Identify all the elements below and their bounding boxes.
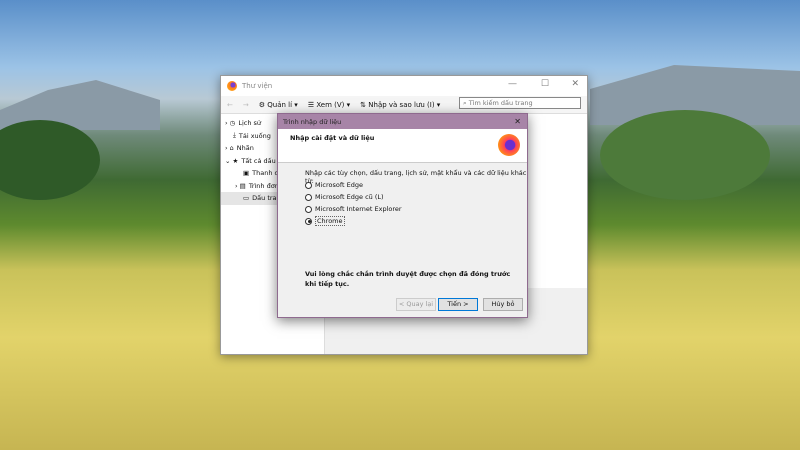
library-titlebar: Thư viện — ☐ ✕ [221, 76, 587, 96]
radio-icon [305, 205, 312, 213]
search-placeholder: Tìm kiếm dấu trang [468, 99, 533, 107]
radio-chrome[interactable]: Chrome [305, 216, 345, 226]
radio-microsoft-edge-legacy[interactable]: Microsoft Edge cũ (L) [305, 193, 384, 201]
sidebar-label: Nhãn [236, 144, 254, 153]
search-input[interactable]: ⌕ Tìm kiếm dấu trang [459, 97, 581, 109]
tree [600, 110, 770, 200]
radio-internet-explorer[interactable]: Microsoft Internet Explorer [305, 205, 402, 213]
view-button[interactable]: ☰ Xem (V) ▾ [308, 101, 350, 109]
next-button[interactable]: Tiến > [438, 298, 478, 311]
back-arrow-icon[interactable]: ← [227, 101, 233, 109]
import-backup-label: Nhập và sao lưu (I) [368, 100, 435, 109]
cancel-button[interactable]: Hủy bỏ [483, 298, 523, 311]
radio-icon [305, 193, 312, 201]
radio-label: Chrome [315, 216, 345, 226]
organize-label: Quản lí [267, 100, 293, 109]
radio-label: Microsoft Internet Explorer [315, 205, 402, 213]
import-backup-button[interactable]: ⇅ Nhập và sao lưu (I) ▾ [360, 101, 440, 109]
forward-arrow-icon[interactable]: → [243, 101, 249, 109]
minimize-button[interactable]: — [508, 79, 517, 89]
import-dialog: Trình nhập dữ liệu ✕ Nhập cài đặt và dữ … [277, 113, 528, 318]
close-button[interactable]: ✕ [571, 79, 579, 89]
sidebar-label: Lịch sử [238, 119, 262, 128]
radio-icon [305, 181, 312, 189]
radio-microsoft-edge[interactable]: Microsoft Edge [305, 181, 363, 189]
dialog-heading: Nhập cài đặt và dữ liệu [290, 134, 375, 142]
dialog-titlebar: Trình nhập dữ liệu ✕ [278, 114, 527, 129]
radio-selected-icon [305, 217, 312, 225]
dialog-close-icon[interactable]: ✕ [514, 117, 521, 126]
back-button[interactable]: < Quay lại [396, 298, 436, 311]
window-title: Thư viện [242, 82, 273, 90]
radio-label: Microsoft Edge [315, 181, 364, 189]
organize-button[interactable]: ⚙ Quản lí ▾ [259, 101, 298, 109]
sidebar-label: Tải xuống [238, 131, 271, 140]
dialog-title: Trình nhập dữ liệu [283, 117, 342, 126]
view-label: Xem (V) [316, 100, 345, 109]
firefox-icon [227, 81, 237, 91]
dialog-warning: Vui lòng chắc chắn trình duyệt được chọn… [305, 270, 511, 288]
dialog-header: Nhập cài đặt và dữ liệu [278, 129, 527, 163]
firefox-logo-icon [498, 134, 520, 156]
radio-label: Microsoft Edge cũ (L) [315, 193, 384, 201]
maximize-button[interactable]: ☐ [541, 79, 549, 89]
